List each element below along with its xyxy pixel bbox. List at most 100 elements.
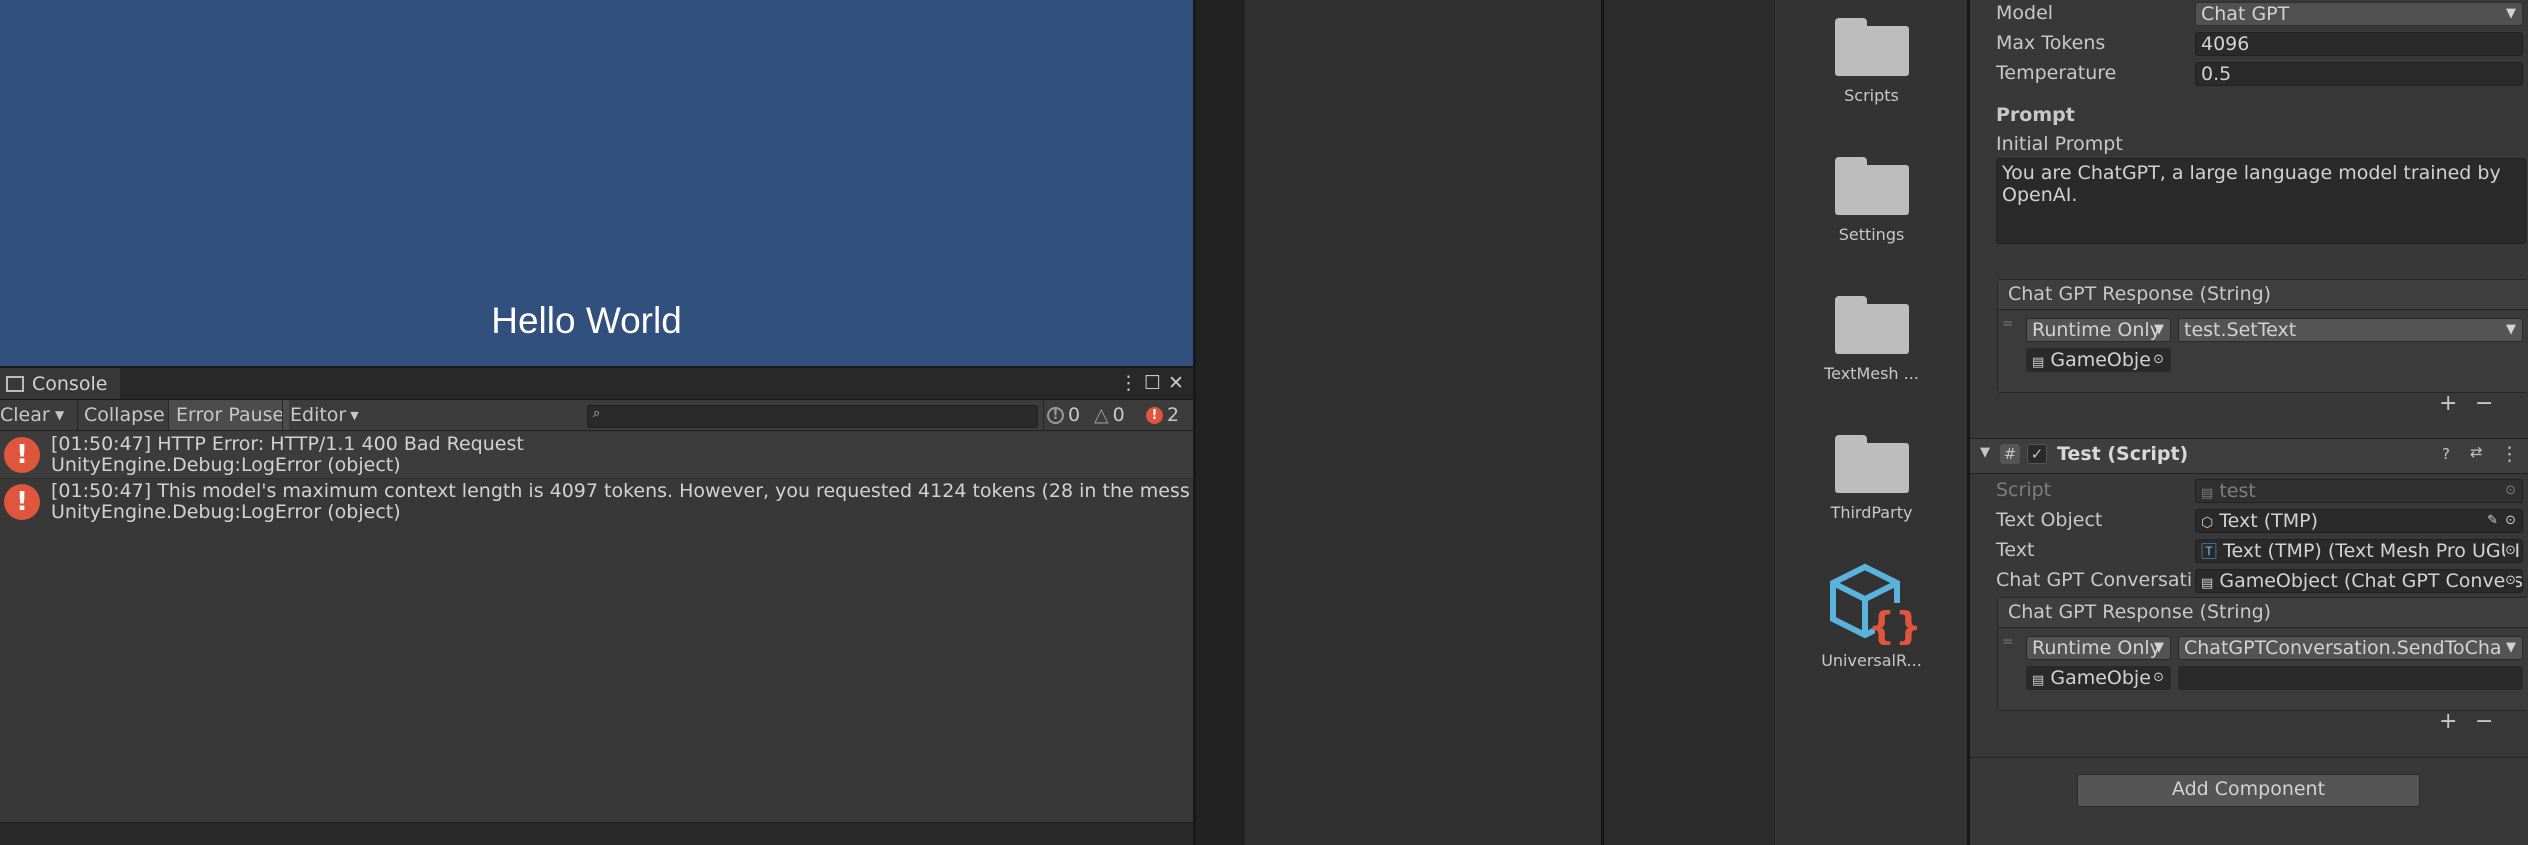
test-component-header[interactable]: ▼ # ✓ Test (Script) ? ⇄ ⋮ [1970, 438, 2528, 474]
temperature-field[interactable]: 0.5 [2195, 62, 2523, 86]
add-component-button[interactable]: Add Component [2077, 774, 2420, 807]
close-icon[interactable]: ✕ [1168, 372, 1184, 394]
help-icon[interactable]: ? [2442, 445, 2450, 463]
console-detail-area [0, 822, 1193, 845]
chat-gpt-response-event: Chat GPT Response (String) = Runtime Onl… [1997, 279, 2528, 393]
chevron-down-icon: ▼ [2154, 322, 2164, 337]
clear-options-dropdown[interactable]: ▼ [55, 400, 73, 430]
chevron-down-icon: ▼ [55, 408, 65, 422]
script-field: ▤ test ⊙ [2195, 479, 2523, 503]
object-picker-icon: ⊙ [2505, 540, 2516, 562]
object-picker-icon: ⊙ [2505, 570, 2516, 592]
function-dropdown[interactable]: test.SetText ▼ [2178, 318, 2523, 342]
chevron-down-icon: ▼ [2506, 640, 2516, 655]
panel-splitter[interactable] [1193, 0, 1245, 845]
asset-folder-textmesh[interactable]: TextMesh ... [1775, 296, 1968, 383]
console-search-input[interactable]: ⌕ [587, 405, 1038, 428]
console-window: Console ⋮ ☐ ✕ Clear ▼ Collapse Error Pau… [0, 366, 1193, 845]
folder-icon [1834, 296, 1909, 354]
script-label: Script [1996, 479, 2052, 501]
asset-folder-scripts[interactable]: Scripts [1775, 18, 1968, 105]
initial-prompt-textarea[interactable]: You are ChatGPT, a large language model … [1996, 158, 2526, 244]
render-pipeline-asset-icon: {} [1829, 563, 1917, 645]
argument-field[interactable] [2178, 666, 2523, 690]
gameobject-icon: ▤ [2032, 673, 2045, 688]
editor-dropdown[interactable]: Editor ▼ [283, 400, 360, 430]
maximize-icon[interactable]: ☐ [1144, 372, 1161, 394]
object-picker-icon: ⊙ [2505, 513, 2516, 528]
initial-prompt-label: Initial Prompt [1996, 133, 2123, 155]
error-pause-button[interactable]: Error Pause [169, 400, 289, 430]
chat-gpt-response-event: Chat GPT Response (String) = Runtime Onl… [1997, 597, 2528, 711]
warning-icon: △ [1094, 404, 1109, 426]
script-icon: # [2000, 444, 2020, 464]
tab-console[interactable]: Console [0, 368, 120, 399]
model-dropdown[interactable]: Chat GPT ▼ [2195, 2, 2523, 26]
preset-icon[interactable]: ⇄ [2470, 443, 2483, 461]
remove-listener-button[interactable]: − [2475, 391, 2493, 416]
target-object-field[interactable]: ▤ GameObje ⊙ [2026, 666, 2171, 690]
component-title: Test (Script) [2057, 443, 2189, 465]
object-picker-icon[interactable]: ⊙ [2153, 349, 2164, 371]
enable-checkbox[interactable]: ✓ [2027, 444, 2047, 464]
event-title: Chat GPT Response (String) [1998, 598, 2528, 628]
hello-world-text: Hello World [491, 300, 682, 341]
max-tokens-field[interactable]: 4096 [2195, 32, 2523, 56]
warning-count-toggle[interactable]: △ 0 [1094, 403, 1125, 427]
add-listener-button[interactable]: + [2439, 391, 2457, 416]
console-icon [6, 375, 24, 392]
search-icon: ⌕ [593, 406, 601, 421]
folder-icon [1834, 18, 1909, 76]
drag-handle-icon[interactable]: = [2002, 316, 2014, 332]
info-count-toggle[interactable]: ! 0 [1047, 403, 1080, 427]
console-entry-stack: UnityEngine.Debug:LogError (object) [51, 454, 401, 476]
divider [1970, 757, 2528, 758]
console-entry-stack: UnityEngine.Debug:LogError (object) [51, 501, 401, 523]
gameobject-icon: ▤ [2201, 576, 2214, 591]
temperature-label: Temperature [1996, 62, 2117, 84]
console-entry[interactable]: ! [01:50:47] HTTP Error: HTTP/1.1 400 Ba… [0, 432, 1193, 478]
text-field[interactable]: 🅃 Text (TMP) (Text Mesh Pro UGUI) ⊙ [2195, 539, 2523, 563]
add-listener-button[interactable]: + [2439, 709, 2457, 734]
console-tabbar: Console ⋮ ☐ ✕ [0, 368, 1193, 400]
svg-text:{}: {} [1867, 604, 1916, 645]
text-object-field[interactable]: ⬡ Text (TMP) ✎ ⊙ [2195, 509, 2523, 533]
project-assets-panel: Scripts Settings TextMesh ... ThirdParty… [1774, 0, 1967, 845]
game-view: Hello World [0, 0, 1193, 366]
chevron-down-icon: ▼ [2506, 6, 2516, 21]
runtime-dropdown[interactable]: Runtime Only ▼ [2026, 318, 2171, 342]
tmp-icon: 🅃 [2201, 542, 2218, 561]
object-picker-icon[interactable]: ⊙ [2153, 667, 2164, 689]
console-tab-label: Console [32, 372, 108, 395]
asset-universal-rp[interactable]: {} UniversalR... [1775, 563, 1968, 670]
collapse-button[interactable]: Collapse [78, 400, 174, 430]
conversation-field[interactable]: ▤ GameObject (Chat GPT Convers ⊙ [2195, 569, 2523, 593]
kebab-menu-icon[interactable]: ⋮ [2500, 443, 2519, 465]
chevron-down-icon: ▼ [2506, 322, 2516, 337]
conversation-label: Chat GPT Conversatic [1996, 569, 2192, 591]
error-count-toggle[interactable]: ! 2 [1146, 403, 1179, 427]
foldout-arrow-icon[interactable]: ▼ [1980, 445, 1990, 460]
text-label: Text [1996, 539, 2035, 561]
event-title: Chat GPT Response (String) [1998, 280, 2528, 310]
clear-button[interactable]: Clear [0, 400, 50, 430]
console-entry[interactable]: ! [01:50:47] This model's maximum contex… [0, 478, 1193, 525]
gameobject-icon: ▤ [2032, 355, 2045, 370]
pencil-icon: ✎ [2487, 513, 2498, 528]
max-tokens-label: Max Tokens [1996, 32, 2106, 54]
folder-icon [1834, 435, 1909, 493]
script-file-icon: ▤ [2201, 486, 2214, 501]
asset-folder-settings[interactable]: Settings [1775, 157, 1968, 244]
model-label: Model [1996, 2, 2054, 24]
function-dropdown[interactable]: ChatGPTConversation.SendToCha ▼ [2178, 636, 2523, 660]
chevron-down-icon: ▼ [2154, 640, 2164, 655]
inspector-panel: Model Chat GPT ▼ Max Tokens 4096 Temperat… [1970, 0, 2528, 845]
info-icon: ! [1047, 406, 1064, 424]
kebab-menu-icon[interactable]: ⋮ [1119, 372, 1138, 394]
asset-folder-thirdparty[interactable]: ThirdParty [1775, 435, 1968, 522]
remove-listener-button[interactable]: − [2475, 709, 2493, 734]
target-object-field[interactable]: ▤ GameObje ⊙ [2026, 348, 2171, 372]
runtime-dropdown[interactable]: Runtime Only ▼ [2026, 636, 2171, 660]
drag-handle-icon[interactable]: = [2002, 634, 2014, 650]
folder-icon [1834, 157, 1909, 215]
